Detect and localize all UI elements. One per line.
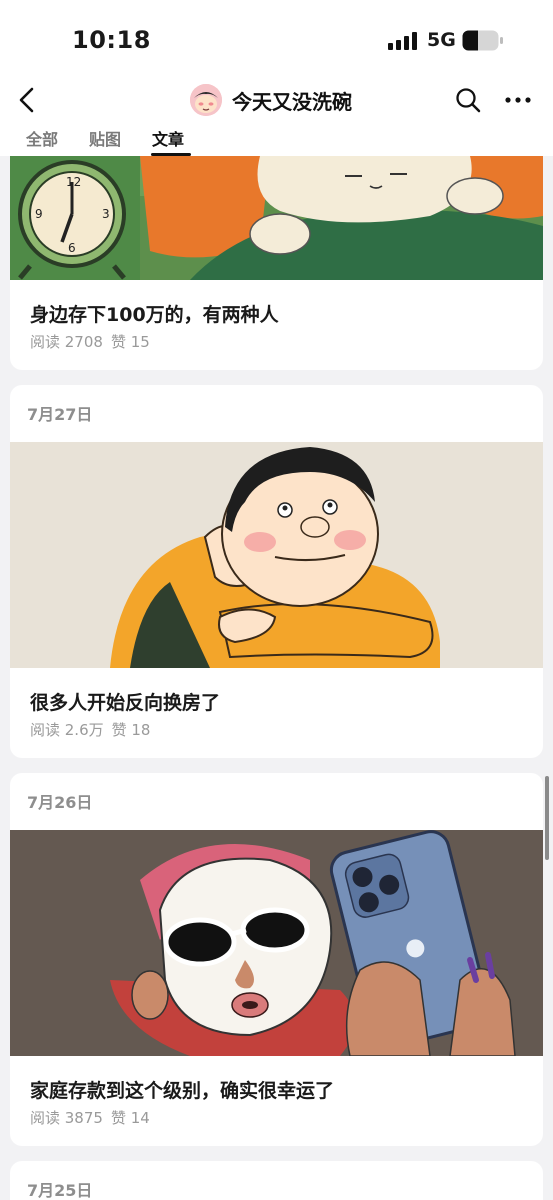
article-meta: 阅读 2708 赞 15 bbox=[30, 331, 150, 352]
article-title[interactable]: 家庭存款到这个级别，确实很幸运了 bbox=[30, 1076, 334, 1103]
tab-stickers[interactable]: 贴图 bbox=[89, 126, 121, 150]
svg-text:6: 6 bbox=[68, 241, 76, 255]
svg-text:9: 9 bbox=[35, 207, 43, 221]
article-meta: 阅读 2.6万赞 18 bbox=[30, 719, 150, 740]
status-bar: 10:18 5G bbox=[0, 0, 553, 78]
avatar[interactable] bbox=[190, 84, 222, 116]
article-card[interactable]: 7月25日 bbox=[10, 1161, 543, 1200]
article-cover-image[interactable] bbox=[10, 442, 543, 668]
status-time: 10:18 bbox=[72, 26, 151, 54]
read-count: 阅读 2708 bbox=[30, 333, 103, 351]
nav-bar: 今天又没洗碗 bbox=[0, 78, 553, 122]
like-count: 赞 18 bbox=[111, 721, 151, 739]
tab-articles[interactable]: 文章 bbox=[152, 126, 184, 150]
article-card[interactable]: 7月27日 很多人开始反向换房了 阅读 2.6万 赞 18 bbox=[10, 385, 543, 758]
svg-text:12: 12 bbox=[66, 175, 81, 189]
article-date: 7月25日 bbox=[27, 1181, 93, 1200]
back-icon[interactable] bbox=[14, 84, 42, 116]
scrollbar[interactable] bbox=[545, 776, 549, 860]
article-title[interactable]: 很多人开始反向换房了 bbox=[30, 688, 220, 715]
tab-all[interactable]: 全部 bbox=[26, 126, 58, 150]
like-count: 赞 15 bbox=[110, 333, 150, 351]
search-icon[interactable] bbox=[454, 86, 482, 114]
read-count: 阅读 2.6万 bbox=[30, 721, 104, 739]
article-card[interactable]: 12 3 6 9 身边存下100万的，有两种人 阅读 2708 赞 15 bbox=[10, 120, 543, 370]
network-label: 5G bbox=[427, 29, 456, 51]
svg-text:3: 3 bbox=[102, 207, 110, 221]
article-meta: 阅读 3875 赞 14 bbox=[30, 1107, 150, 1128]
active-tab-indicator bbox=[151, 153, 191, 156]
signal-icon bbox=[388, 32, 417, 50]
article-cover-image[interactable] bbox=[10, 830, 543, 1056]
page-title: 今天又没洗碗 bbox=[232, 89, 352, 114]
header-title-group[interactable]: 今天又没洗碗 bbox=[190, 82, 352, 118]
battery-icon bbox=[462, 30, 503, 51]
article-title[interactable]: 身边存下100万的，有两种人 bbox=[30, 300, 279, 327]
more-icon[interactable] bbox=[503, 86, 533, 114]
article-date: 7月27日 bbox=[27, 405, 93, 424]
like-count: 赞 14 bbox=[110, 1109, 150, 1127]
article-cover-image[interactable]: 12 3 6 9 bbox=[10, 156, 543, 280]
article-card[interactable]: 7月26日 家庭存款到这个级别，确实很幸运了 阅读 3875 赞 14 bbox=[10, 773, 543, 1146]
top-bar: 10:18 5G 今天又没洗碗 全部 贴图 文章 bbox=[0, 0, 553, 156]
read-count: 阅读 3875 bbox=[30, 1109, 103, 1127]
tab-bar: 全部 贴图 文章 bbox=[0, 122, 553, 156]
article-date: 7月26日 bbox=[27, 793, 93, 812]
